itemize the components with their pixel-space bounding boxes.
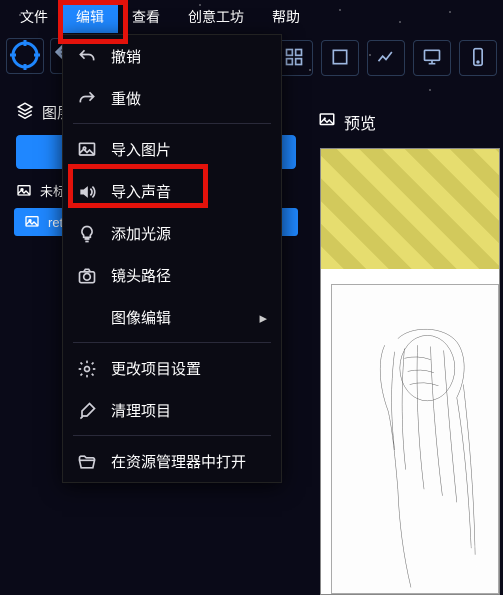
move-icon	[7, 37, 43, 76]
view-mode-toolbar	[275, 40, 497, 76]
brush-icon	[77, 401, 97, 421]
redo-icon	[77, 89, 97, 109]
layers-icon	[16, 101, 34, 123]
dropdown-cleanup[interactable]: 清理项目	[63, 389, 281, 431]
square-icon	[330, 47, 350, 70]
dropdown-undo[interactable]: 撤销	[63, 35, 281, 77]
dropdown-camera-path[interactable]: 镜头路径	[63, 254, 281, 296]
graph-view-button[interactable]	[367, 40, 405, 76]
dropdown-import-sound[interactable]: 导入声音	[63, 170, 281, 212]
image-icon	[318, 111, 336, 134]
undo-icon	[77, 47, 97, 67]
lightbulb-icon	[77, 224, 97, 244]
menu-help[interactable]: 帮助	[258, 1, 314, 33]
dropdown-project-settings[interactable]: 更改项目设置	[63, 347, 281, 389]
menu-workshop[interactable]: 创意工坊	[174, 1, 258, 33]
blank-icon	[77, 308, 97, 328]
watermark-icon	[453, 542, 489, 581]
dropdown-label: 更改项目设置	[111, 358, 201, 379]
grid-icon	[284, 47, 304, 70]
gear-icon	[77, 359, 97, 379]
preview-title: 预览	[344, 110, 376, 134]
dropdown-label: 导入声音	[111, 181, 171, 202]
edit-dropdown-menu: 撤销 重做 导入图片 导入声音 添加光源 镜头路径 图像编辑 ▸ 更改项目设置 …	[62, 34, 282, 483]
image-icon	[16, 183, 32, 199]
preview-panel-header[interactable]: 预览	[318, 110, 376, 134]
menu-view[interactable]: 查看	[118, 1, 174, 33]
dropdown-redo[interactable]: 重做	[63, 77, 281, 119]
phone-icon	[468, 47, 488, 70]
dropdown-label: 添加光源	[111, 223, 171, 244]
desktop-view-button[interactable]	[413, 40, 451, 76]
image-icon	[77, 140, 97, 160]
dropdown-label: 导入图片	[111, 139, 171, 160]
dropdown-label: 重做	[111, 88, 141, 109]
menu-file[interactable]: 文件	[6, 1, 62, 33]
dropdown-open-explorer[interactable]: 在资源管理器中打开	[63, 440, 281, 482]
camera-icon	[77, 266, 97, 286]
monitor-icon	[422, 47, 442, 70]
chevron-right-icon: ▸	[259, 309, 267, 327]
image-icon	[24, 214, 40, 230]
dropdown-import-image[interactable]: 导入图片	[63, 128, 281, 170]
menu-separator	[73, 435, 271, 436]
volume-icon	[77, 182, 97, 202]
dropdown-add-light[interactable]: 添加光源	[63, 212, 281, 254]
dropdown-label: 清理项目	[111, 400, 171, 421]
dropdown-label: 在资源管理器中打开	[111, 451, 246, 472]
mobile-view-button[interactable]	[459, 40, 497, 76]
preview-canvas[interactable]	[320, 148, 500, 595]
dropdown-label: 撤销	[111, 46, 141, 67]
preview-stripe-pattern	[321, 149, 499, 269]
move-tool-button[interactable]	[6, 38, 44, 74]
frame-view-button[interactable]	[321, 40, 359, 76]
menu-edit[interactable]: 编辑	[62, 1, 118, 33]
chart-line-icon	[376, 47, 396, 70]
folder-open-icon	[77, 452, 97, 472]
dropdown-image-edit[interactable]: 图像编辑 ▸	[63, 296, 281, 338]
dropdown-label: 图像编辑	[111, 307, 171, 328]
menu-separator	[73, 123, 271, 124]
dropdown-label: 镜头路径	[111, 265, 171, 286]
menu-bar: 文件 编辑 查看 创意工坊 帮助	[0, 0, 503, 34]
menu-separator	[73, 342, 271, 343]
